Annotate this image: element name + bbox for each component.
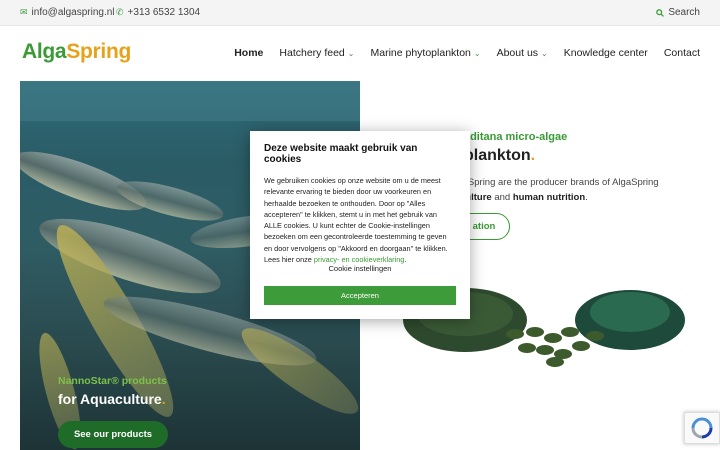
privacy-policy-link[interactable]: privacy- en cookieverklaring: [314, 255, 404, 264]
right-description: triSpring are the producer brands of Alg…: [460, 177, 659, 203]
nav-marine-phytoplankton[interactable]: Marine phytoplankton ⌄: [370, 47, 480, 59]
cookie-settings-button[interactable]: Cookie instellingen: [250, 264, 470, 273]
phone-text: +313 6532 1304: [127, 7, 201, 18]
nav-home[interactable]: Home: [234, 47, 263, 59]
phone-icon: ✆: [116, 7, 124, 17]
search-button[interactable]: Search: [656, 7, 700, 18]
envelope-icon: ✉: [20, 7, 28, 17]
nav-contact[interactable]: Contact: [664, 47, 700, 59]
search-icon: [656, 8, 665, 17]
see-our-products-button[interactable]: See our products: [58, 421, 168, 448]
hero-subtitle: NannoStar® products: [58, 375, 167, 387]
algaspring-logo[interactable]: AlgaSpring: [22, 40, 131, 64]
cookie-consent-dialog: Deze website maakt gebruik van cookies W…: [250, 131, 470, 319]
recaptcha-badge[interactable]: [684, 412, 720, 444]
chevron-down-icon: ⌄: [473, 48, 481, 58]
search-label: Search: [668, 7, 700, 18]
hero-title: for Aquaculture.: [58, 391, 166, 407]
cookie-dialog-body: We gebruiken cookies op onze website om …: [264, 176, 448, 265]
top-bar: ✉ info@algaspring.nl ✆ +313 6532 1304 Se…: [0, 0, 720, 26]
nav-about-us[interactable]: About us ⌄: [497, 47, 548, 59]
main-nav: Home Hatchery feed ⌄ Marine phytoplankto…: [234, 47, 700, 59]
recaptcha-icon: [691, 417, 713, 439]
cookie-dialog-title: Deze website maakt gebruik van cookies: [264, 143, 418, 165]
phone-link[interactable]: ✆ +313 6532 1304: [116, 7, 200, 18]
email-text: info@algaspring.nl: [31, 7, 115, 18]
nav-knowledge-center[interactable]: Knowledge center: [564, 47, 648, 59]
nav-hatchery-feed[interactable]: Hatchery feed ⌄: [279, 47, 354, 59]
accept-cookies-button[interactable]: Accepteren: [264, 286, 456, 305]
site-header: AlgaSpring Home Hatchery feed ⌄ Marine p…: [0, 26, 720, 81]
chevron-down-icon: ⌄: [541, 48, 548, 58]
chevron-down-icon: ⌄: [347, 48, 355, 58]
email-link[interactable]: ✉ info@algaspring.nl: [20, 7, 115, 18]
